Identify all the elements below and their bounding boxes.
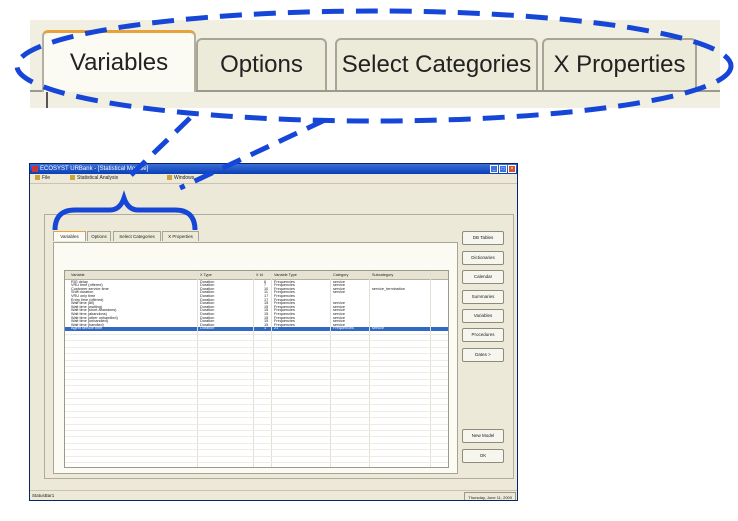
menu-file[interactable]: File	[35, 174, 50, 183]
menu-bar: File Statistical Analysis Windows	[30, 174, 517, 184]
table-cell: 21	[274, 326, 279, 331]
window-title: ECOSYST URBank - [Statistical Module]	[40, 166, 149, 172]
zoom-tab-options[interactable]: Options	[196, 38, 327, 90]
grid-line	[65, 365, 448, 367]
new-model-button[interactable]: New Model	[462, 429, 504, 443]
table-cell: Frequencies	[333, 326, 354, 331]
col-header-category[interactable]: Category	[333, 273, 348, 277]
grid-line	[65, 333, 448, 335]
app-icon	[32, 166, 38, 172]
tab-x-properties[interactable]: X Properties	[162, 231, 199, 241]
menu-windows[interactable]: Windows	[167, 174, 194, 183]
status-bar: StatusBar1 Thursday, June 11, 2009	[30, 490, 517, 500]
table-cell: 1	[264, 326, 267, 331]
table-cell: service	[372, 326, 385, 331]
ok-button[interactable]: OK	[462, 449, 504, 463]
windows-icon	[167, 175, 172, 181]
grid-line	[65, 404, 448, 406]
col-header-x-id[interactable]: X Id	[256, 273, 263, 277]
tab-variables[interactable]: Variables	[53, 231, 86, 241]
status-date: Thursday, June 11, 2009	[464, 492, 516, 500]
grid-line	[65, 353, 448, 355]
close-icon[interactable]: ×	[508, 165, 516, 173]
grid-line	[65, 461, 448, 463]
grid-divider	[197, 271, 198, 467]
col-header-subcategory[interactable]: Subcategory	[372, 273, 393, 277]
grid-line	[65, 410, 448, 412]
calendar-button[interactable]: Calendar	[462, 270, 504, 284]
zoomed-tab-strip: Variables Options Select Categories X Pr…	[30, 20, 720, 108]
col-header-variable-type[interactable]: Variable Type	[274, 273, 297, 277]
grid-divider	[253, 271, 254, 467]
grid-divider	[330, 271, 331, 467]
status-text: StatusBar1	[32, 493, 55, 498]
zoom-tab-variables[interactable]: Variables	[42, 30, 196, 92]
maximize-icon[interactable]: □	[499, 165, 507, 173]
grid-line	[65, 372, 448, 374]
table-cell: Duration	[200, 326, 215, 331]
minimize-icon[interactable]: _	[490, 165, 498, 173]
application-window: ECOSYST URBank - [Statistical Module] _ …	[29, 163, 518, 501]
grid-line	[65, 385, 448, 387]
file-icon	[35, 175, 40, 181]
dictionaries-button[interactable]: Dictionaries	[462, 251, 504, 265]
col-header-variable[interactable]: Variable	[71, 273, 85, 277]
grid-divider	[271, 271, 272, 467]
summaries-button[interactable]: Summaries	[462, 290, 504, 304]
grid-line	[65, 346, 448, 348]
title-bar: ECOSYST URBank - [Statistical Module] _ …	[30, 164, 517, 174]
tab-options[interactable]: Options	[87, 231, 111, 241]
grid-line	[65, 449, 448, 451]
menu-statistical-analysis[interactable]: Statistical Analysis	[70, 174, 118, 183]
grid-line	[65, 423, 448, 425]
grid-line	[65, 417, 448, 419]
grid-line	[65, 378, 448, 380]
zoom-tab-select-categories[interactable]: Select Categories	[335, 38, 538, 90]
dates-button[interactable]: Dates >	[462, 348, 504, 362]
table-cell: Agent service time	[71, 326, 103, 331]
grid-divider	[430, 271, 431, 467]
grid-line	[65, 442, 448, 444]
grid-line	[65, 455, 448, 457]
table-row[interactable]: Agent service time Duration 1 21 Frequencies…	[65, 327, 448, 331]
variables-button[interactable]: Variables	[462, 309, 504, 323]
db-tables-button[interactable]: DB Tables	[462, 231, 504, 245]
grid-line	[65, 340, 448, 342]
grid-line	[65, 436, 448, 438]
grid-line	[65, 391, 448, 393]
variables-grid[interactable]: Variable X Type X Id Variable Type Categ…	[64, 270, 449, 468]
grid-divider	[369, 271, 370, 467]
procedures-button[interactable]: Procedures	[462, 328, 504, 342]
col-header-x-type[interactable]: X Type	[200, 273, 212, 277]
grid-line	[65, 397, 448, 399]
grid-line	[65, 359, 448, 361]
panel-edge	[46, 90, 48, 108]
tab-select-categories[interactable]: Select Categories	[113, 231, 161, 241]
grid-line	[65, 429, 448, 431]
chart-icon	[70, 175, 75, 181]
zoom-tab-x-properties[interactable]: X Properties	[542, 38, 697, 90]
